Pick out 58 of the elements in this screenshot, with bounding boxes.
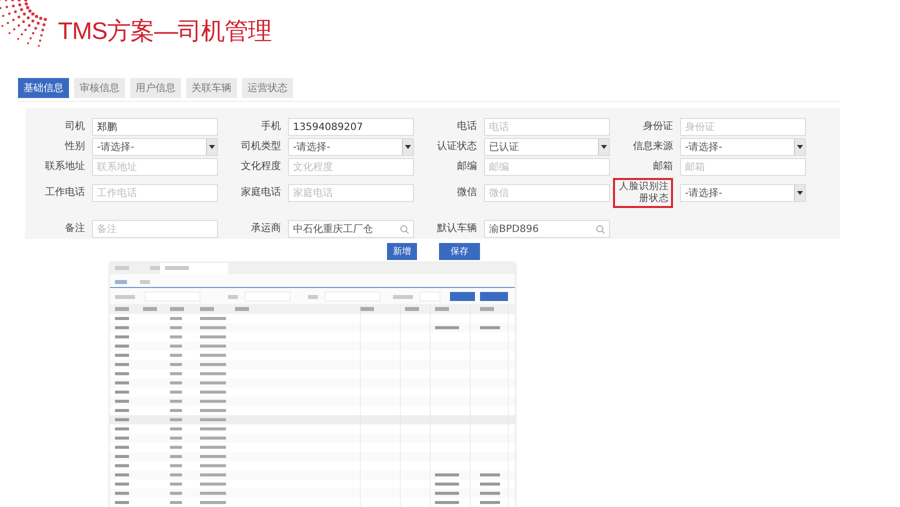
- tab[interactable]: 审核信息: [74, 78, 125, 98]
- dropdown-button[interactable]: [794, 185, 805, 201]
- dropdown-button[interactable]: [598, 139, 609, 155]
- tab[interactable]: 运营状态: [242, 78, 293, 98]
- input-field[interactable]: 微信: [484, 184, 610, 202]
- select-field[interactable]: 已认证: [484, 138, 610, 156]
- input-field[interactable]: 联系地址: [92, 158, 218, 176]
- select-field[interactable]: -请选择-: [92, 138, 218, 156]
- input-field[interactable]: 13594089207: [288, 118, 414, 136]
- search-field[interactable]: 渝BPD896: [484, 220, 610, 238]
- field-label: 承运商: [250, 223, 281, 235]
- select-field[interactable]: -请选择-: [288, 138, 414, 156]
- field-label: 微信: [456, 187, 477, 199]
- field-label: 联系地址: [44, 161, 85, 173]
- field-label: 邮编: [456, 161, 477, 173]
- input-field[interactable]: 备注: [92, 220, 218, 238]
- field-label: 工作电话: [44, 187, 85, 199]
- field-label: 信息来源: [632, 141, 673, 153]
- caret-icon: [797, 191, 803, 195]
- caret-icon: [797, 145, 803, 149]
- search-field[interactable]: 中石化重庆工厂仓: [288, 220, 414, 238]
- caret-icon: [209, 145, 215, 149]
- field-label: 身份证: [642, 121, 673, 133]
- tab[interactable]: 基础信息: [18, 78, 69, 98]
- field-label: 手机: [260, 121, 281, 133]
- input-field[interactable]: 邮箱: [680, 158, 806, 176]
- search-icon: [596, 224, 605, 234]
- field-label: 家庭电话: [240, 187, 281, 199]
- field-label: 邮箱: [652, 161, 673, 173]
- tab[interactable]: 用户信息: [130, 78, 181, 98]
- slide-title: TMS方案—司机管理: [58, 17, 272, 47]
- field-label: 电话: [456, 121, 477, 133]
- dropdown-button[interactable]: [206, 139, 217, 155]
- dropdown-button[interactable]: [402, 139, 413, 155]
- input-field[interactable]: 身份证: [680, 118, 806, 136]
- tab[interactable]: 关联车辆: [186, 78, 237, 98]
- field-label: 备注: [64, 223, 85, 235]
- caret-icon: [405, 145, 411, 149]
- input-field[interactable]: 文化程度: [288, 158, 414, 176]
- field-label: 司机: [64, 121, 85, 133]
- select-field[interactable]: -请选择-: [680, 138, 806, 156]
- input-field[interactable]: 电话: [484, 118, 610, 136]
- field-label: 司机类型: [240, 141, 281, 153]
- input-field[interactable]: 邮编: [484, 158, 610, 176]
- search-icon: [400, 224, 409, 234]
- input-field[interactable]: 工作电话: [92, 184, 218, 202]
- input-field[interactable]: 家庭电话: [288, 184, 414, 202]
- action-button[interactable]: 保存: [439, 243, 480, 260]
- input-field[interactable]: 郑鹏: [92, 118, 218, 136]
- field-label: 性别: [64, 141, 85, 153]
- field-label: 人脸识别注册状态: [613, 178, 673, 208]
- field-label: 默认车辆: [436, 223, 477, 235]
- select-field[interactable]: -请选择-: [680, 184, 806, 202]
- field-label: 文化程度: [240, 161, 281, 173]
- dropdown-button[interactable]: [794, 139, 805, 155]
- action-button[interactable]: 新增: [387, 243, 417, 260]
- caret-icon: [601, 145, 607, 149]
- field-label: 认证状态: [436, 141, 477, 153]
